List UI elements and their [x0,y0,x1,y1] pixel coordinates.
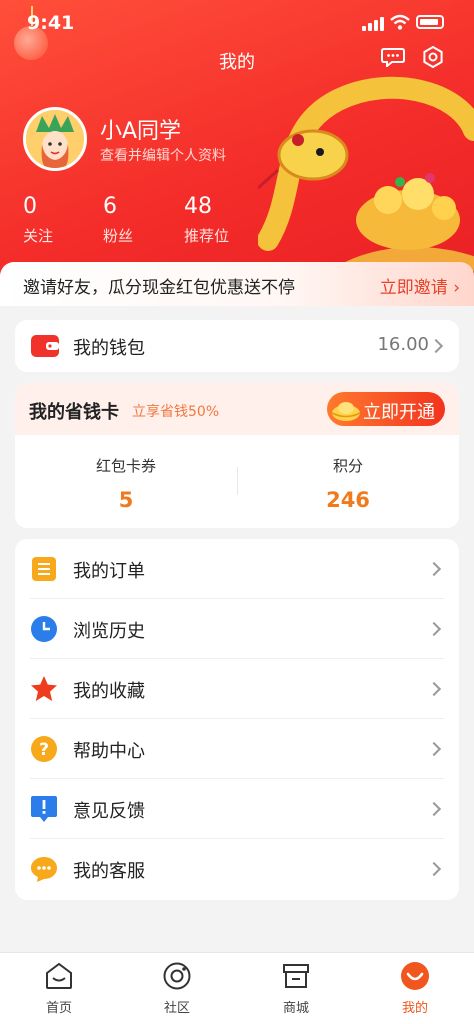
chevron-right-icon [426,561,442,577]
stat-followers[interactable]: 6 粉丝 [103,194,133,246]
saving-card-subtitle: 立享省钱50% [132,404,220,420]
feedback-icon [31,796,57,822]
status-bar: 9:41 [0,0,474,48]
chevron-right-icon: › [447,278,460,298]
stat-label: 关注 [23,227,54,245]
menu-item-help[interactable]: ? 帮助中心 [15,719,459,779]
chevron-right-icon [426,861,442,877]
menu-item-customer-service[interactable]: 我的客服 [15,839,459,899]
menu-item-label: 我的订单 [73,561,145,582]
menu-item-label: 意见反馈 [73,801,145,822]
user-name[interactable]: 小A同学 [100,113,181,145]
profile-header: 9:41 我的 小A同学 查看并编辑个人资料 0 关注 6 粉丝 48 推荐位 [0,0,474,300]
stat-label: 推荐位 [184,227,230,245]
saving-card-header: 我的省钱卡 立享省钱50% 立即开通 [15,383,459,435]
saving-card: 我的省钱卡 立享省钱50% 立即开通 红包卡券 5 积分 246 [15,383,459,528]
wallet-icon [31,335,59,357]
saving-card-title: 我的省钱卡 [29,402,119,423]
star-icon [31,676,57,701]
battery-icon [416,15,444,29]
svg-text:?: ? [39,740,49,760]
tab-label: 我的 [401,1001,428,1016]
invite-button[interactable]: 立即邀请 › [380,273,460,298]
chevron-right-icon [426,681,442,697]
gold-ingot-icon [331,402,361,421]
signal-icon [362,17,384,31]
coupons-label: 红包卡券 [95,457,156,475]
menu-item-orders[interactable]: 我的订单 [15,539,459,599]
stat-recommend-slots[interactable]: 48 推荐位 [184,194,229,246]
chat-icon [31,857,57,882]
stat-value: 48 [184,194,212,219]
wallet-balance: 16.00 [377,334,429,355]
points-label: 积分 [332,457,363,475]
menu-item-label: 浏览历史 [73,621,145,642]
stat-value: 0 [23,194,37,219]
menu-list: 我的订单 浏览历史 我的收藏 ? 帮助中心 意见反馈 我的客服 [15,539,459,900]
avatar-image [26,110,84,168]
invite-banner[interactable]: 邀请好友，瓜分现金红包优惠送不停 立即邀请 › [0,262,474,306]
clock-icon [31,616,57,642]
menu-item-favorites[interactable]: 我的收藏 [15,659,459,719]
menu-item-label: 我的收藏 [73,681,145,702]
chevron-right-icon [426,801,442,817]
stat-value: 6 [103,194,117,219]
tab-label: 社区 [163,1001,190,1016]
chevron-right-icon [426,621,442,637]
activate-button-label: 立即开通 [363,402,435,423]
wallet-label: 我的钱包 [73,338,145,359]
menu-item-feedback[interactable]: 意见反馈 [15,779,459,839]
wifi-icon [390,14,410,30]
coupons-item[interactable]: 红包卡券 5 [15,455,237,512]
profile-icon [401,962,429,990]
tab-label: 首页 [45,1001,72,1016]
tab-shop[interactable]: 商城 [237,961,355,1016]
status-time: 9:41 [27,12,75,34]
stat-following[interactable]: 0 关注 [23,194,53,246]
tab-bar: 首页 社区 商城 我的 [0,952,474,1024]
points-value: 246 [326,488,370,512]
edit-profile-link[interactable]: 查看并编辑个人资料 [100,145,226,165]
chevron-right-icon [426,741,442,757]
chevron-right-icon [428,338,444,354]
shop-icon [283,964,309,988]
message-icon[interactable] [381,47,405,67]
tab-profile[interactable]: 我的 [356,961,474,1016]
menu-item-label: 帮助中心 [73,741,145,762]
menu-item-label: 我的客服 [73,861,145,882]
wallet-row[interactable]: 我的钱包 16.00 [15,320,459,372]
invite-text: 邀请好友，瓜分现金红包优惠送不停 [23,278,295,298]
activate-button[interactable]: 立即开通 [327,392,445,426]
coupons-value: 5 [118,488,134,512]
avatar[interactable] [23,107,87,171]
points-item[interactable]: 积分 246 [237,455,459,512]
stat-label: 粉丝 [103,227,134,245]
question-icon: ? [31,736,57,762]
menu-item-history[interactable]: 浏览历史 [15,599,459,659]
home-icon [46,962,72,989]
invite-button-label: 立即邀请 [379,278,448,298]
tab-community[interactable]: 社区 [118,961,236,1016]
community-icon [163,962,191,990]
tab-home[interactable]: 首页 [0,961,118,1016]
settings-icon[interactable] [422,46,444,68]
order-icon [32,557,56,581]
tab-label: 商城 [282,1001,309,1016]
